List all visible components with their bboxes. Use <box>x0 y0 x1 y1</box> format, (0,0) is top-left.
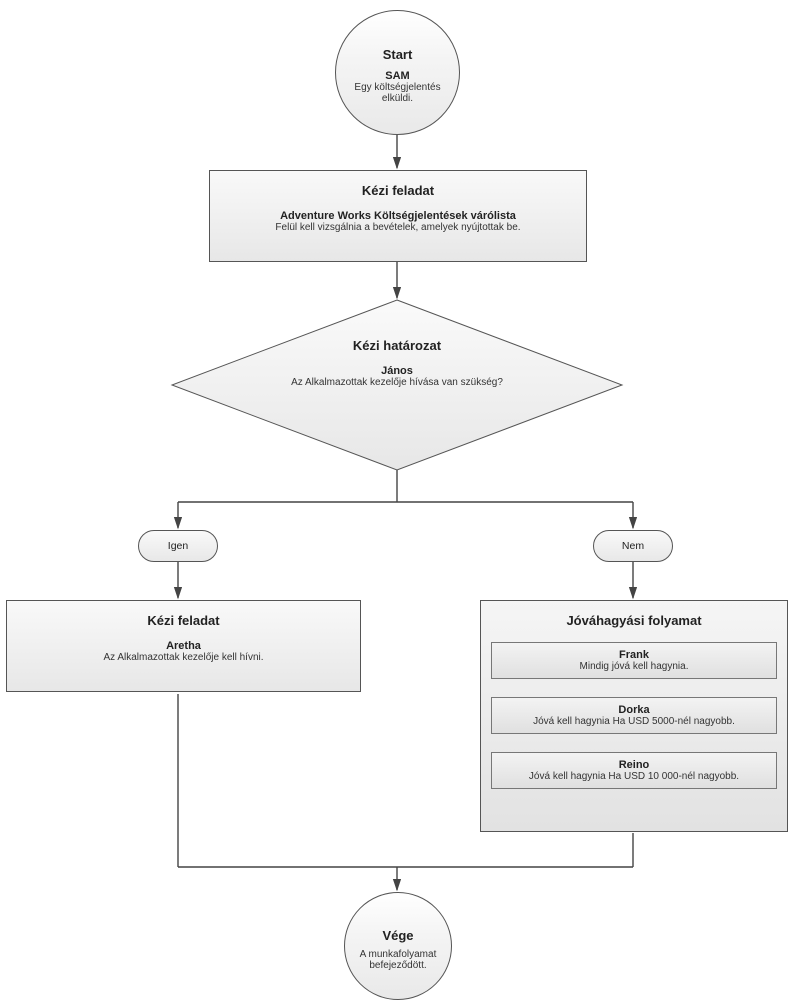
task1-desc: Felül kell vizsgálnia a bevételek, amely… <box>214 222 582 233</box>
approval-step-3-actor: Reino <box>498 759 770 771</box>
end-node: Vége A munkafolyamat befejeződött. <box>344 892 452 1000</box>
decision-actor: János <box>237 365 557 377</box>
branch-no: Nem <box>593 530 673 562</box>
approval-step-3-desc: Jóvá kell hagynia Ha USD 10 000-nél nagy… <box>498 771 770 782</box>
decision-desc: Az Alkalmazottak kezelője hívása van szü… <box>237 377 557 388</box>
approval-container: Jóváhagyási folyamat Frank Mindig jóvá k… <box>480 600 788 832</box>
approval-step-1: Frank Mindig jóvá kell hagynia. <box>491 642 777 679</box>
approval-step-2-actor: Dorka <box>498 704 770 716</box>
approval-step-3: Reino Jóvá kell hagynia Ha USD 10 000-né… <box>491 752 777 789</box>
task1-actor: Adventure Works Költségjelentések váróli… <box>214 210 582 222</box>
approval-step-1-actor: Frank <box>498 649 770 661</box>
approval-title: Jóváhagyási folyamat <box>491 607 777 630</box>
start-actor: SAM <box>336 70 459 82</box>
approval-step-1-desc: Mindig jóvá kell hagynia. <box>498 661 770 672</box>
approval-step-2: Dorka Jóvá kell hagynia Ha USD 5000-nél … <box>491 697 777 734</box>
end-title: Vége <box>345 922 451 945</box>
flowchart-arrows <box>0 0 795 1005</box>
task2-actor: Aretha <box>11 640 356 652</box>
end-desc: A munkafolyamat befejeződött. <box>345 949 451 971</box>
branch-no-label: Nem <box>622 540 644 552</box>
branch-yes: Igen <box>138 530 218 562</box>
task2-title: Kézi feladat <box>11 607 356 630</box>
task2-desc: Az Alkalmazottak kezelője kell hívni. <box>11 652 356 663</box>
task2-node: Kézi feladat Aretha Az Alkalmazottak kez… <box>6 600 361 692</box>
decision-title: Kézi határozat <box>237 338 557 355</box>
decision-node: Kézi határozat János Az Alkalmazottak ke… <box>237 338 557 428</box>
task1-title: Kézi feladat <box>214 177 582 200</box>
start-node: Start SAM Egy költségjelentés elküldi. <box>335 10 460 135</box>
start-title: Start <box>336 41 459 64</box>
branch-yes-label: Igen <box>168 540 188 552</box>
approval-step-2-desc: Jóvá kell hagynia Ha USD 5000-nél nagyob… <box>498 716 770 727</box>
start-desc: Egy költségjelentés elküldi. <box>336 82 459 104</box>
task1-node: Kézi feladat Adventure Works Költségjele… <box>209 170 587 262</box>
